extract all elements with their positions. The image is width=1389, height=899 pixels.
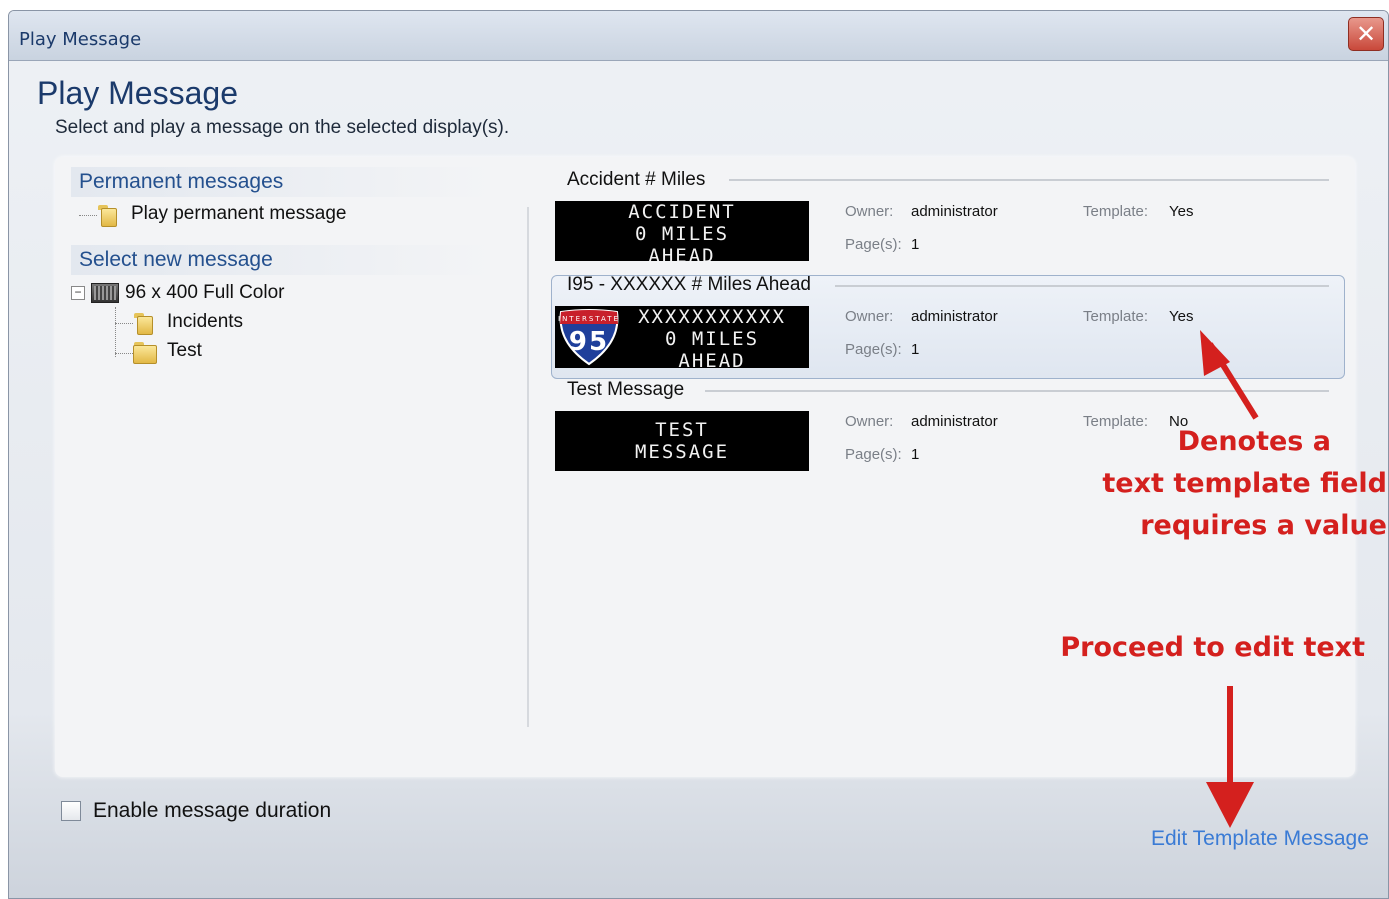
collapse-icon[interactable]: − (71, 286, 85, 300)
owner-value: administrator (911, 413, 998, 430)
owner-value: administrator (911, 308, 998, 325)
play-permanent-message-label: Play permanent message (131, 203, 347, 224)
pages-value: 1 (911, 236, 920, 253)
template-value: Yes (1169, 203, 1194, 220)
permanent-messages-header: Permanent messages (71, 167, 491, 197)
template-value: Yes (1169, 308, 1194, 325)
proceed-note: Proceed to edit text (1060, 632, 1365, 663)
led-line: TEST (655, 419, 709, 441)
led-line: XXXXXXXXXXX (638, 306, 786, 328)
message-preview-sign[interactable]: TEST MESSAGE (555, 411, 809, 471)
message-title[interactable]: I95 - XXXXXX # Miles Ahead (567, 274, 811, 296)
pages-label: Page(s): (845, 446, 902, 463)
owner-label: Owner: (845, 413, 894, 430)
message-preview-sign[interactable]: ACCIDENT 0 MILES AHEAD (555, 201, 809, 261)
message-title[interactable]: Accident # Miles (567, 169, 705, 191)
folder-open-icon (97, 203, 119, 227)
page-title: Play Message (37, 75, 238, 111)
message-preview-sign[interactable]: INTERSTATE 95 XXXXXXXXXXX 0 MILES AHEAD (555, 306, 809, 368)
tree-item-test[interactable]: Test (133, 340, 202, 364)
close-icon: ✕ (1355, 20, 1377, 48)
led-line: ACCIDENT (628, 201, 736, 223)
message-divider (729, 179, 1329, 181)
page-subtitle: Select and play a message on the selecte… (55, 117, 510, 138)
pane-splitter[interactable] (527, 207, 529, 727)
template-label: Template: (1083, 308, 1149, 325)
title-bar: Play Message ✕ (9, 11, 1388, 61)
template-note-line: Denotes a (1177, 426, 1331, 457)
select-new-message-header: Select new message (71, 245, 491, 275)
message-title[interactable]: Test Message (567, 379, 684, 401)
play-permanent-message-item[interactable]: Play permanent message (97, 203, 347, 227)
tree-item-display[interactable]: − 96 x 400 Full Color (71, 282, 284, 304)
folder-open-icon (133, 311, 155, 335)
owner-value: administrator (911, 203, 998, 220)
shield-number: 95 (569, 327, 609, 357)
led-line: MESSAGE (634, 441, 730, 463)
template-note-line: text template field (1102, 468, 1387, 499)
tree-item-display-label: 96 x 400 Full Color (125, 282, 285, 303)
tree-connector-vertical (115, 307, 116, 357)
tree-connector (115, 323, 133, 324)
template-label: Template: (1083, 203, 1149, 220)
folder-icon (133, 340, 157, 364)
tree-item-test-label: Test (167, 340, 202, 361)
message-divider (835, 285, 1329, 287)
edit-template-message-link[interactable]: Edit Template Message (1151, 827, 1369, 851)
enable-duration-checkbox[interactable] (61, 801, 81, 821)
owner-label: Owner: (845, 203, 894, 220)
tree-item-incidents[interactable]: Incidents (133, 311, 244, 335)
close-button[interactable]: ✕ (1348, 17, 1384, 51)
led-line: AHEAD (648, 245, 716, 261)
tree-connector (79, 215, 97, 216)
led-line: 0 MILES (664, 328, 760, 350)
template-note-line: requires a value (1140, 510, 1387, 541)
owner-label: Owner: (845, 308, 894, 325)
led-line: 0 MILES (634, 223, 730, 245)
message-divider (705, 390, 1329, 392)
tree-connector (115, 353, 133, 354)
template-label: Template: (1083, 413, 1149, 430)
enable-duration-label[interactable]: Enable message duration (93, 799, 331, 823)
interstate-shield-icon: INTERSTATE 95 (558, 309, 620, 366)
pages-label: Page(s): (845, 236, 902, 253)
led-line: AHEAD (678, 350, 746, 368)
pages-value: 1 (911, 446, 920, 463)
pages-label: Page(s): (845, 341, 902, 358)
shield-label: INTERSTATE (558, 315, 620, 323)
window-title: Play Message (19, 29, 142, 50)
display-sign-icon (91, 283, 119, 303)
tree-item-incidents-label: Incidents (167, 311, 244, 332)
pages-value: 1 (911, 341, 920, 358)
content-panel: Permanent messages Play permanent messag… (55, 157, 1355, 777)
